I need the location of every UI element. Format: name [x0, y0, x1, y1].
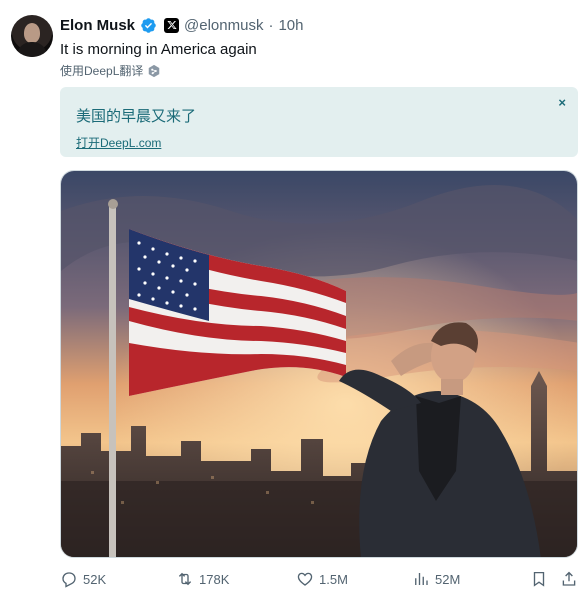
author-handle[interactable]: @elonmusk [184, 17, 263, 34]
verified-badge-icon[interactable] [140, 17, 157, 34]
views-button[interactable]: 52M [412, 570, 460, 588]
tweet-card[interactable]: Elon Musk @elonmusk · 10h It is morning … [0, 0, 587, 590]
share-button[interactable] [560, 570, 578, 588]
bookmark-icon [533, 571, 545, 587]
tweet-text: It is morning in America again [60, 41, 257, 58]
close-translation-button[interactable]: × [558, 95, 566, 110]
translation-panel: 美国的早晨又来了 打开DeepL.com × [60, 87, 578, 157]
view-count: 52M [435, 571, 461, 587]
x-logo-icon [164, 17, 180, 33]
repost-icon [178, 572, 192, 586]
author-name[interactable]: Elon Musk [60, 17, 135, 34]
open-deepl-link[interactable]: 打开DeepL.com [76, 134, 161, 151]
like-count: 1.5M [319, 571, 348, 587]
reply-button[interactable]: 52K [60, 570, 106, 588]
analytics-icon [415, 573, 428, 585]
heart-icon [297, 572, 313, 586]
bookmark-button[interactable] [530, 570, 548, 588]
reply-icon [62, 572, 76, 588]
share-icon [562, 571, 576, 586]
reply-count: 52K [83, 571, 107, 587]
deepl-icon [147, 64, 161, 78]
timestamp[interactable]: 10h [278, 17, 303, 34]
separator-dot: · [268, 16, 274, 34]
repost-count: 178K [199, 571, 230, 587]
avatar[interactable] [11, 15, 53, 57]
translate-label: 使用DeepL翻译 [60, 64, 144, 78]
like-button[interactable]: 1.5M [296, 570, 348, 588]
action-bar: 52K 178K 1.5M 52M [60, 570, 578, 590]
tweet-header: Elon Musk @elonmusk · 10h [60, 14, 303, 36]
translation-text: 美国的早晨又来了 [76, 108, 197, 125]
tweet-image[interactable] [60, 170, 578, 558]
flag-salute-photo [61, 171, 577, 557]
repost-button[interactable]: 178K [176, 570, 229, 588]
translate-link[interactable]: 使用DeepL翻译 [60, 62, 161, 79]
